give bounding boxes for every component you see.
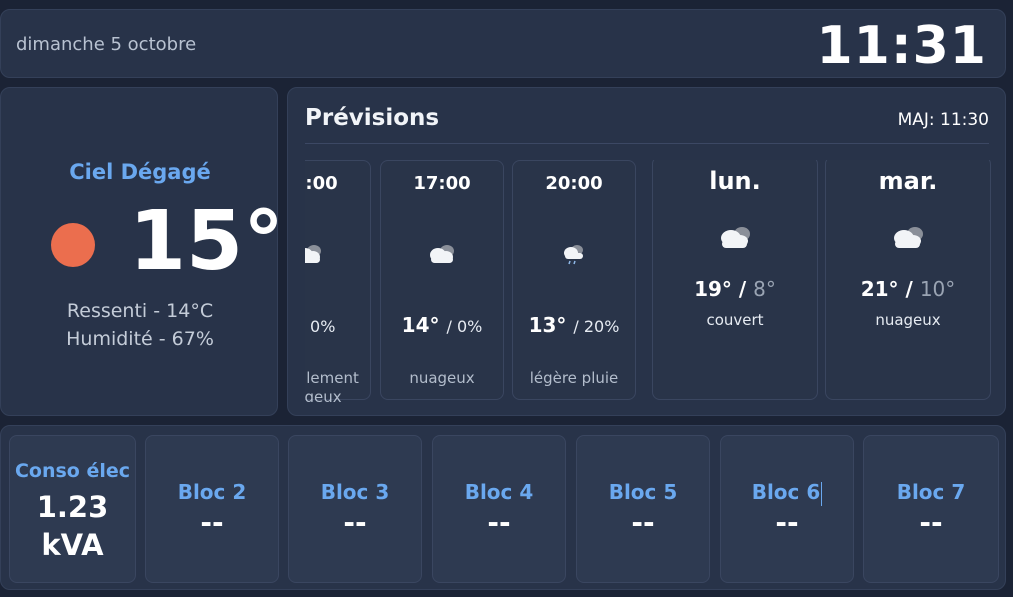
bloc-3[interactable]: Bloc 3 -- bbox=[288, 435, 422, 583]
hourly-temp-value: 14° bbox=[401, 313, 440, 337]
bloc-title: Bloc 3 bbox=[320, 480, 390, 504]
hourly-forecast-card: 14:00 ° / 0% Partiellement nuageux bbox=[305, 160, 371, 402]
daily-separator: / bbox=[738, 277, 747, 301]
blocks-panel: Conso élec 1.23 kVA Bloc 2 -- Bloc 3 -- … bbox=[0, 425, 1006, 590]
hourly-time: 17:00 bbox=[413, 173, 471, 194]
bloc-title: Bloc 2 bbox=[177, 480, 247, 504]
date-label: dimanche 5 octobre bbox=[16, 34, 197, 55]
cloud-icon bbox=[305, 245, 321, 263]
daily-description: nuageux bbox=[875, 311, 941, 329]
hourly-temp-value: 13° bbox=[528, 313, 567, 337]
bloc-title: Bloc 5 bbox=[608, 480, 678, 504]
bloc-title: Bloc 6 bbox=[751, 480, 821, 504]
bloc-5[interactable]: Bloc 5 -- bbox=[576, 435, 710, 583]
bloc-value: -- bbox=[775, 506, 799, 539]
clock: 11:31 bbox=[816, 16, 987, 76]
hourly-description: légère pluie bbox=[529, 369, 619, 387]
text-cursor bbox=[821, 481, 823, 506]
bloc-title: Bloc 7 bbox=[896, 480, 966, 504]
hourly-rain-chance: / 20% bbox=[573, 317, 620, 336]
forecast-title: Prévisions bbox=[305, 105, 440, 131]
conso-value: 1.23 bbox=[36, 490, 109, 524]
bloc-value: -- bbox=[343, 506, 367, 539]
daily-max: 19° bbox=[694, 277, 732, 301]
forecast-strip[interactable]: 14:00 ° / 0% Partiellement nuageux 17:00 bbox=[305, 160, 991, 402]
daily-day: lun. bbox=[709, 167, 761, 195]
cloud-icon bbox=[721, 227, 750, 248]
bloc-title: Bloc 4 bbox=[464, 480, 534, 504]
daily-forecast-card: mar. 21° / 10° nuageux bbox=[825, 160, 991, 400]
hourly-description: Partiellement nuageux bbox=[305, 369, 359, 402]
hourly-rain-chance: / 0% bbox=[446, 317, 483, 336]
current-condition: Ciel Dégagé bbox=[69, 160, 211, 184]
hourly-rain-chance: / 0% bbox=[305, 317, 336, 336]
daily-max: 21° bbox=[860, 277, 899, 301]
daily-temperature: 19° / 8° bbox=[653, 277, 817, 301]
divider bbox=[305, 143, 989, 144]
sun-icon bbox=[51, 223, 95, 267]
bloc-4[interactable]: Bloc 4 -- bbox=[432, 435, 566, 583]
hourly-description: nuageux bbox=[409, 369, 475, 387]
cloud-icon bbox=[894, 227, 923, 248]
humidity: Humidité - 67% bbox=[66, 328, 214, 350]
daily-temperature: 21° / 10° bbox=[826, 277, 990, 301]
cloud-icon bbox=[430, 245, 454, 263]
hourly-temperature: ° / 0% bbox=[305, 313, 370, 337]
daily-forecast-card: lun. 19° / 8° couvert bbox=[652, 160, 818, 400]
feels-like: Ressenti - 14°C bbox=[66, 300, 214, 322]
hourly-temperature: 14° / 0% bbox=[381, 313, 503, 337]
hourly-time: 14:00 bbox=[305, 173, 338, 194]
bloc-value: -- bbox=[919, 506, 943, 539]
hourly-time: 20:00 bbox=[545, 173, 603, 194]
bloc-value: -- bbox=[487, 506, 511, 539]
bloc-value: -- bbox=[200, 506, 224, 539]
bloc-2[interactable]: Bloc 2 -- bbox=[145, 435, 279, 583]
current-weather-panel: Ciel Dégagé 15° Ressenti - 14°C Humidité… bbox=[0, 87, 284, 416]
bloc-value: -- bbox=[631, 506, 655, 539]
conso-title: Conso élec bbox=[14, 460, 131, 482]
bloc-7[interactable]: Bloc 7 -- bbox=[863, 435, 999, 583]
rain-cloud-icon bbox=[564, 245, 583, 265]
bloc-6[interactable]: Bloc 6 -- bbox=[720, 435, 854, 583]
daily-separator: / bbox=[905, 277, 913, 301]
hourly-forecast-card: 20:00 13° / 20% légère pluie bbox=[512, 160, 636, 400]
daily-description: couvert bbox=[706, 311, 764, 329]
forecast-panel: Prévisions MAJ: 11:30 14:00 ° / 0% Parti… bbox=[287, 87, 1006, 416]
hourly-forecast-card: 17:00 14° / 0% nuageux bbox=[380, 160, 504, 400]
update-time: MAJ: 11:30 bbox=[897, 110, 989, 130]
hourly-temperature: 13° / 20% bbox=[513, 313, 635, 337]
daily-day: mar. bbox=[878, 167, 938, 195]
daily-min: 8° bbox=[753, 277, 776, 301]
conso-unit: kVA bbox=[41, 528, 104, 562]
bloc-title-wrap: Bloc 6 bbox=[721, 480, 853, 506]
header-bar: dimanche 5 octobre 11:31 bbox=[0, 9, 1006, 78]
daily-min: 10° bbox=[919, 277, 956, 301]
conso-block[interactable]: Conso élec 1.23 kVA bbox=[9, 435, 136, 583]
current-temperature: 15° bbox=[129, 194, 285, 289]
